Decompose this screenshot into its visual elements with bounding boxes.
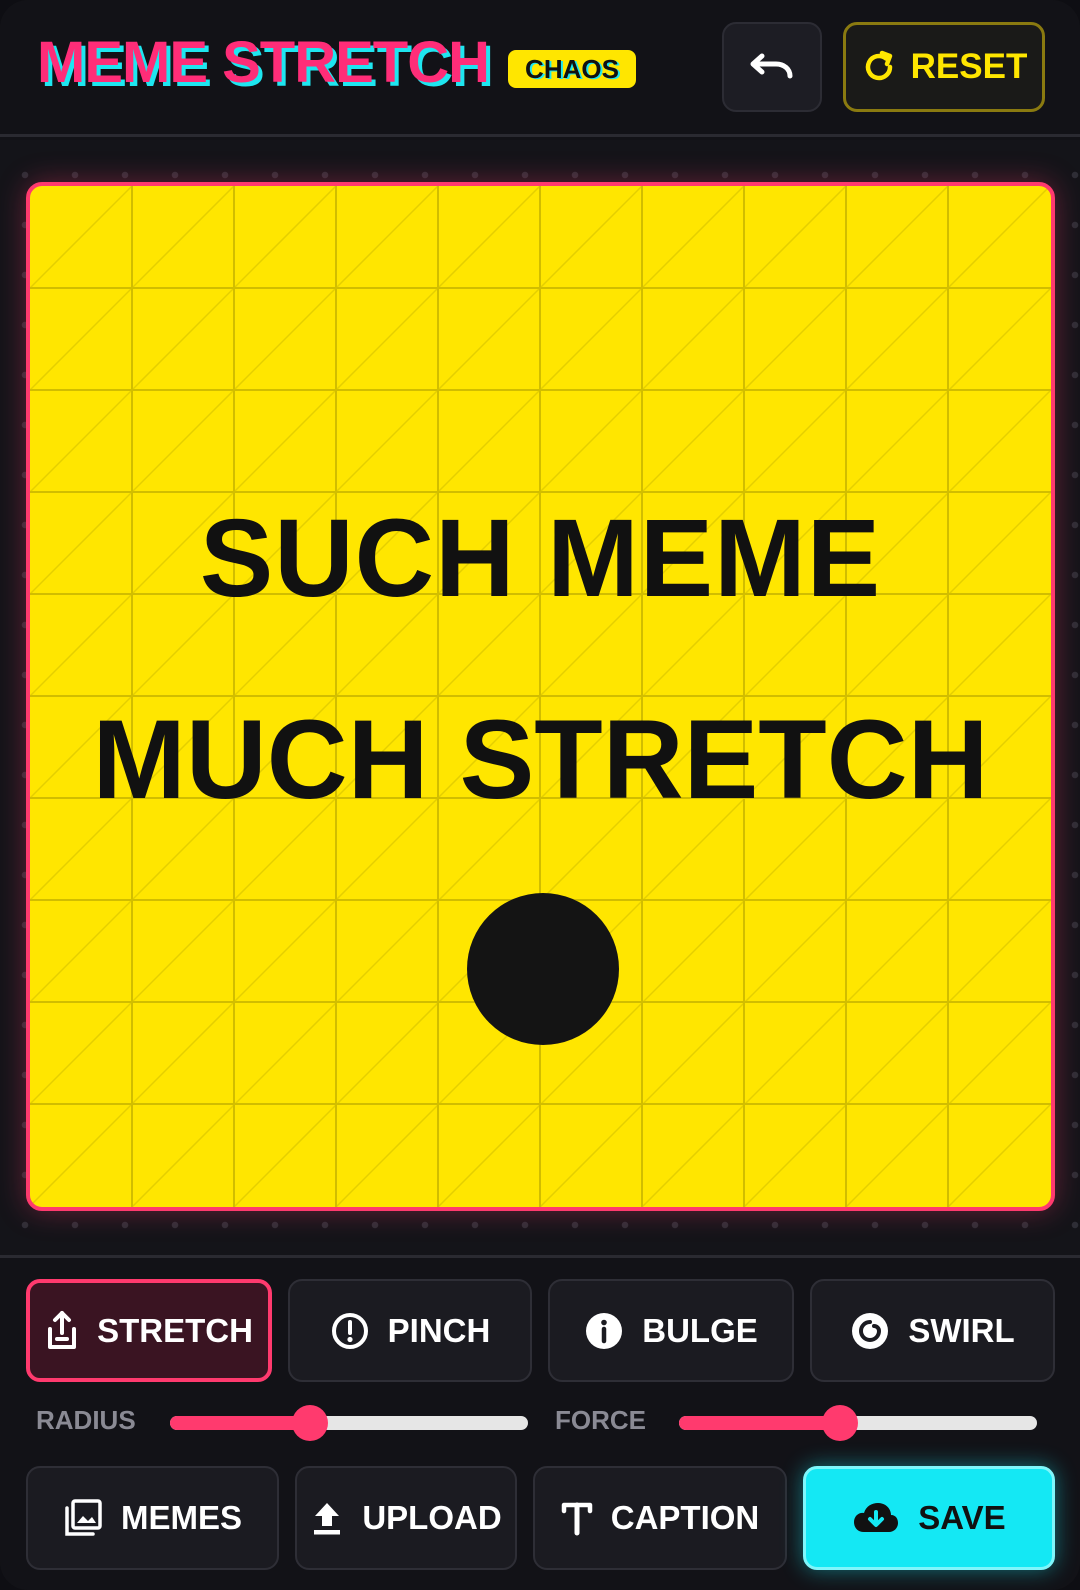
radius-label: RADIUS [36, 1405, 136, 1435]
header-bar: MEME STRETCH CHAOS RESET [0, 0, 1080, 137]
force-slider[interactable] [679, 1405, 1037, 1441]
reset-button[interactable]: RESET [843, 22, 1045, 112]
stretch-icon [45, 1309, 79, 1353]
app-logo-title: MEME STRETCH [37, 30, 490, 95]
refresh-icon [861, 49, 897, 85]
tool-pinch-label: PINCH [387, 1311, 491, 1349]
chaos-badge: CHAOS [508, 50, 636, 88]
bulge-icon [584, 1311, 624, 1351]
save-button[interactable]: SAVE [803, 1466, 1055, 1570]
pinch-icon [330, 1311, 370, 1351]
meme-caption-line-2: MUCH STRETCH [92, 697, 989, 822]
meme-caption-line-1: SUCH MEME [199, 497, 882, 620]
tool-swirl-button[interactable]: SWIRL [810, 1279, 1055, 1382]
swirl-icon [850, 1311, 890, 1351]
app-window: MEME STRETCH CHAOS RESET SUCH MEME MUCH … [0, 0, 1080, 1590]
tool-bulge-button[interactable]: BULGE [548, 1279, 794, 1382]
force-label: FORCE [555, 1405, 646, 1435]
tool-stretch-label: STRETCH [97, 1311, 253, 1349]
tool-swirl-label: SWIRL [908, 1311, 1015, 1349]
radius-slider-fill [170, 1416, 310, 1430]
memes-label: MEMES [120, 1499, 242, 1536]
memes-button[interactable]: MEMES [26, 1466, 279, 1570]
text-icon [561, 1500, 593, 1536]
radius-slider[interactable] [170, 1405, 528, 1441]
meme-canvas[interactable]: SUCH MEME MUCH STRETCH [26, 182, 1055, 1211]
radius-slider-knob[interactable] [291, 1405, 328, 1441]
caption-label: CAPTION [610, 1499, 760, 1536]
meme-dot-graphic [467, 893, 619, 1045]
gallery-icon [63, 1498, 103, 1538]
undo-button[interactable] [722, 22, 822, 112]
save-label: SAVE [918, 1499, 1006, 1536]
reset-label: RESET [910, 47, 1028, 86]
tool-bulge-label: BULGE [642, 1311, 758, 1349]
upload-label: UPLOAD [362, 1499, 502, 1536]
undo-icon [750, 50, 794, 84]
upload-icon [310, 1499, 344, 1537]
upload-button[interactable]: UPLOAD [295, 1466, 517, 1570]
force-slider-knob[interactable] [822, 1405, 859, 1441]
force-slider-fill [679, 1416, 841, 1430]
tool-stretch-button[interactable]: STRETCH [26, 1279, 272, 1382]
cloud-download-icon [852, 1500, 900, 1536]
caption-button[interactable]: CAPTION [533, 1466, 787, 1570]
tool-pinch-button[interactable]: PINCH [288, 1279, 532, 1382]
